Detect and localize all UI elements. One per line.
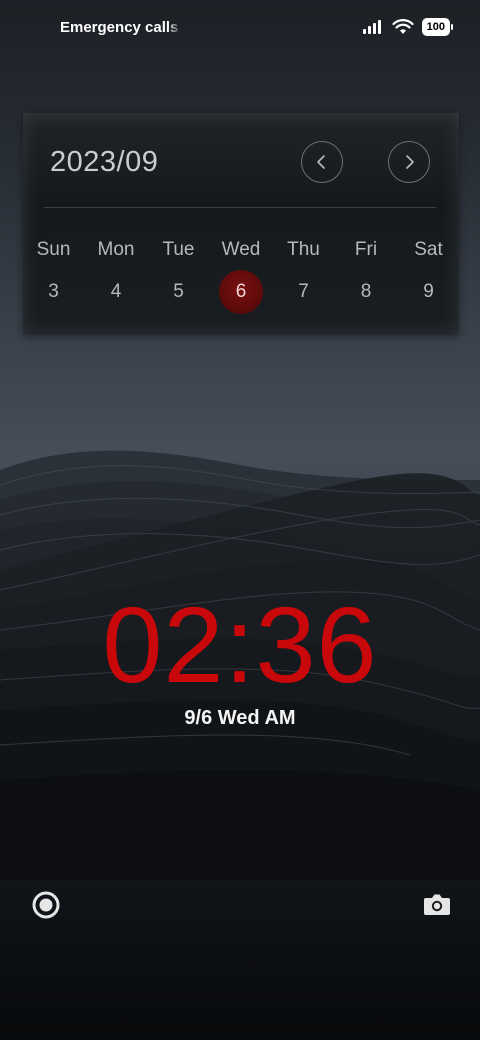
previous-month-button[interactable] bbox=[301, 141, 343, 183]
calendar-widget[interactable]: 2023/09 Sun Mon Tue Wed Thu Fri Sat 3 4 … bbox=[23, 113, 459, 335]
camera-icon[interactable] bbox=[420, 888, 454, 922]
record-icon[interactable] bbox=[29, 888, 63, 922]
weekday-label: Thu bbox=[287, 239, 320, 260]
day-number: 9 bbox=[423, 281, 434, 302]
lockscreen-clock: 02:36 bbox=[102, 584, 378, 705]
weekday-label: Mon bbox=[97, 239, 135, 260]
weekday-label: Tue bbox=[162, 239, 195, 260]
day-number: 3 bbox=[48, 281, 59, 302]
signal-icon bbox=[362, 20, 381, 34]
weekday-header-row: Sun Mon Tue Wed Thu Fri Sat bbox=[27, 239, 455, 261]
calendar-day[interactable]: 4 bbox=[90, 270, 143, 314]
calendar-month-title: 2023/09 bbox=[50, 146, 159, 178]
week-days-row: 3 4 5 6 7 8 9 bbox=[27, 270, 455, 314]
weekday-label: Sun bbox=[36, 239, 71, 260]
chevron-left-icon bbox=[317, 155, 325, 169]
next-month-button[interactable] bbox=[388, 141, 430, 183]
day-number: 5 bbox=[173, 281, 184, 302]
calendar-day[interactable]: 7 bbox=[277, 270, 330, 314]
carrier-status-text: Emergency calls only bbox=[60, 19, 182, 36]
weekday-label: Fri bbox=[354, 239, 378, 260]
weekday-label: Sat bbox=[414, 239, 443, 260]
calendar-day[interactable]: 9 bbox=[402, 270, 455, 314]
weekday-label: Wed bbox=[221, 239, 261, 260]
lockscreen-date: 9/6 Wed AM bbox=[184, 707, 296, 729]
selected-day-number: 6 bbox=[219, 270, 263, 314]
battery-icon: 100 bbox=[421, 18, 454, 36]
calendar-divider bbox=[44, 207, 436, 208]
wifi-icon bbox=[392, 19, 414, 34]
calendar-day[interactable]: 8 bbox=[340, 270, 393, 314]
chevron-right-icon bbox=[406, 155, 414, 169]
calendar-day[interactable]: 3 bbox=[27, 270, 80, 314]
calendar-day-selected[interactable]: 6 bbox=[215, 270, 268, 314]
system-icons: 100 bbox=[362, 18, 454, 36]
day-number: 4 bbox=[110, 281, 122, 302]
status-bar: Emergency calls only 100 bbox=[0, 0, 480, 56]
day-number: 7 bbox=[298, 281, 309, 302]
day-number: 8 bbox=[360, 281, 372, 302]
calendar-day[interactable]: 5 bbox=[152, 270, 205, 314]
